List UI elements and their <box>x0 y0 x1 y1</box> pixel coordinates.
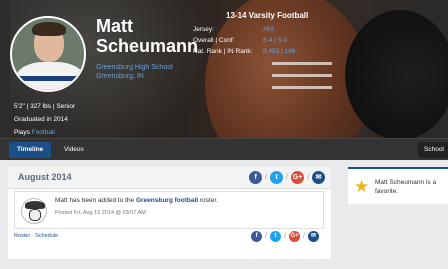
plays-label: Plays <box>14 129 30 136</box>
twitter-icon[interactable]: t <box>270 171 284 184</box>
post-footer: Roster · Schedule f / t / G+ / ✉ <box>8 231 331 245</box>
school-location: Greensburg, IN <box>96 73 144 80</box>
footer-share-buttons: f / t / G+ / ✉ <box>251 231 319 242</box>
separator: · <box>31 233 34 239</box>
stat-row: Nat. Rank | IN Rank: 8,453 | 186 <box>193 46 295 57</box>
email-icon[interactable]: ✉ <box>308 231 319 242</box>
star-icon: ★ <box>354 177 370 196</box>
separator: / <box>284 233 287 240</box>
avatar-hair <box>32 22 66 36</box>
stat-label: Jersey: <box>193 26 214 33</box>
timeline-post: Matt has been added to the Greensburg fo… <box>14 191 324 229</box>
mascot-icon <box>21 198 47 224</box>
favorite-text: Matt Scheumann is a favorite. <box>375 179 437 195</box>
football-lace <box>272 86 332 89</box>
facebook-icon[interactable]: f <box>251 231 263 242</box>
timeline-card: August 2014 f / t / G+ / ✉ Matt has been… <box>8 167 331 259</box>
football-lace <box>272 62 332 65</box>
stat-row: Overall | Conf: 6-4 | 5-2 <box>193 35 295 46</box>
post-date: Posted Fri, Aug 15 2014 @ 03:07 AM <box>55 210 146 216</box>
avatar <box>10 16 86 92</box>
tab-timeline[interactable]: Timeline <box>9 142 52 158</box>
separator: / <box>303 233 305 240</box>
team-link[interactable]: Greensburg football <box>136 197 198 204</box>
stat-value: #63 <box>263 26 274 33</box>
player-bio: 5'2" | 327 lbs | Senior Graduated in 201… <box>14 100 75 139</box>
google-plus-icon[interactable]: G+ <box>291 171 305 184</box>
profile-tabs: Timeline Videos School <box>0 138 448 160</box>
stat-label: Overall | Conf: <box>193 37 235 44</box>
footer-links: Roster · Schedule <box>14 233 58 239</box>
mascot-face <box>29 209 41 221</box>
profile-banner: Matt Scheumann Greensburg High School Gr… <box>0 0 448 160</box>
avatar-stripe <box>16 76 84 81</box>
player-first-name: Matt <box>96 16 133 36</box>
sport-link[interactable]: Football <box>32 129 55 136</box>
player-name: Matt Scheumann <box>96 16 198 56</box>
tab-videos[interactable]: Videos <box>56 142 92 158</box>
timeline-month: August 2014 <box>18 172 72 182</box>
school-info: Greensburg High School Greensburg, IN <box>96 63 173 81</box>
stat-label: Nat. Rank | IN Rank: <box>193 48 253 55</box>
post-text-end: roster. <box>198 197 218 204</box>
stat-value: 6-4 | 5-2 <box>263 37 288 44</box>
google-plus-icon[interactable]: G+ <box>289 231 301 242</box>
player-measurements: 5'2" | 327 lbs | Senior <box>14 103 76 110</box>
separator: / <box>265 233 268 240</box>
roster-link[interactable]: Roster <box>14 233 30 239</box>
separator: / <box>307 174 309 181</box>
facebook-icon[interactable]: f <box>249 171 263 184</box>
post-text: Matt has been added to the Greensburg fo… <box>55 197 218 204</box>
favorite-box: ★ Matt Scheumann is a favorite. <box>348 167 448 204</box>
football-lace <box>272 74 332 77</box>
twitter-icon[interactable]: t <box>270 231 282 242</box>
helmet-image <box>345 10 448 140</box>
graduation-year: Graduated in 2014 <box>14 116 68 123</box>
schedule-link[interactable]: Schedule <box>35 233 58 239</box>
email-icon[interactable]: ✉ <box>312 171 325 184</box>
mascot-hat <box>25 201 45 209</box>
share-buttons: f / t / G+ / ✉ <box>249 171 325 184</box>
team-stats: Jersey: #63 Overall | Conf: 6-4 | 5-2 Na… <box>193 24 295 57</box>
stat-value: 8,453 | 186 <box>263 48 296 55</box>
player-last-name: Scheumann <box>96 36 199 56</box>
team-title: 13-14 Varsity Football <box>226 11 309 20</box>
stat-row: Jersey: #63 <box>193 24 295 35</box>
tab-school[interactable]: School <box>418 142 448 158</box>
separator: / <box>286 174 289 181</box>
school-link[interactable]: Greensburg High School <box>96 63 173 72</box>
timeline-header: August 2014 f / t / G+ / ✉ <box>8 167 331 189</box>
separator: / <box>265 174 268 181</box>
post-text-start: Matt has been added to the <box>55 197 136 204</box>
